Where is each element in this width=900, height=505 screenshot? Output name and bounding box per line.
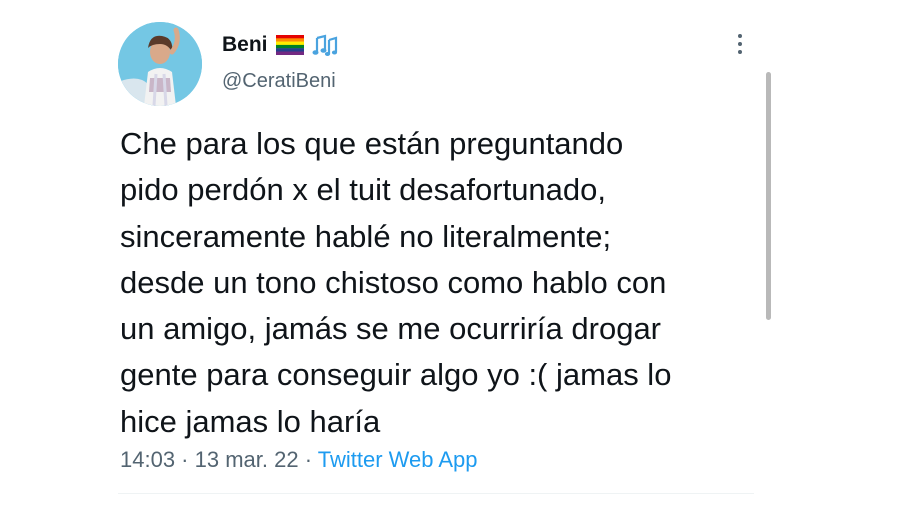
meta-separator: · xyxy=(175,447,195,472)
scrollbar-thumb[interactable] xyxy=(766,72,771,320)
meta-separator: · xyxy=(298,447,318,472)
more-options-button[interactable] xyxy=(728,33,752,59)
user-handle[interactable]: @CeratiBeni xyxy=(222,70,336,93)
tweet-meta: 14:03 · 13 mar. 22 · Twitter Web App xyxy=(120,447,478,473)
tweet-text: Che para los que están preguntando pido … xyxy=(120,126,672,439)
display-name-text: Beni xyxy=(222,33,268,56)
avatar-image xyxy=(118,22,202,106)
tweet-time[interactable]: 14:03 xyxy=(120,447,175,472)
musical-notes-icon xyxy=(312,33,338,57)
tweet-source-link[interactable]: Twitter Web App xyxy=(318,447,478,472)
tweet-date[interactable]: 13 mar. 22 xyxy=(195,447,299,472)
avatar[interactable] xyxy=(118,22,202,106)
more-vertical-icon xyxy=(737,33,743,60)
display-name[interactable]: Beni xyxy=(222,33,338,57)
rainbow-flag-icon xyxy=(275,35,304,55)
divider xyxy=(118,493,754,494)
tweet-card: Beni @CeratiBeni Che para los que están … xyxy=(0,0,900,505)
